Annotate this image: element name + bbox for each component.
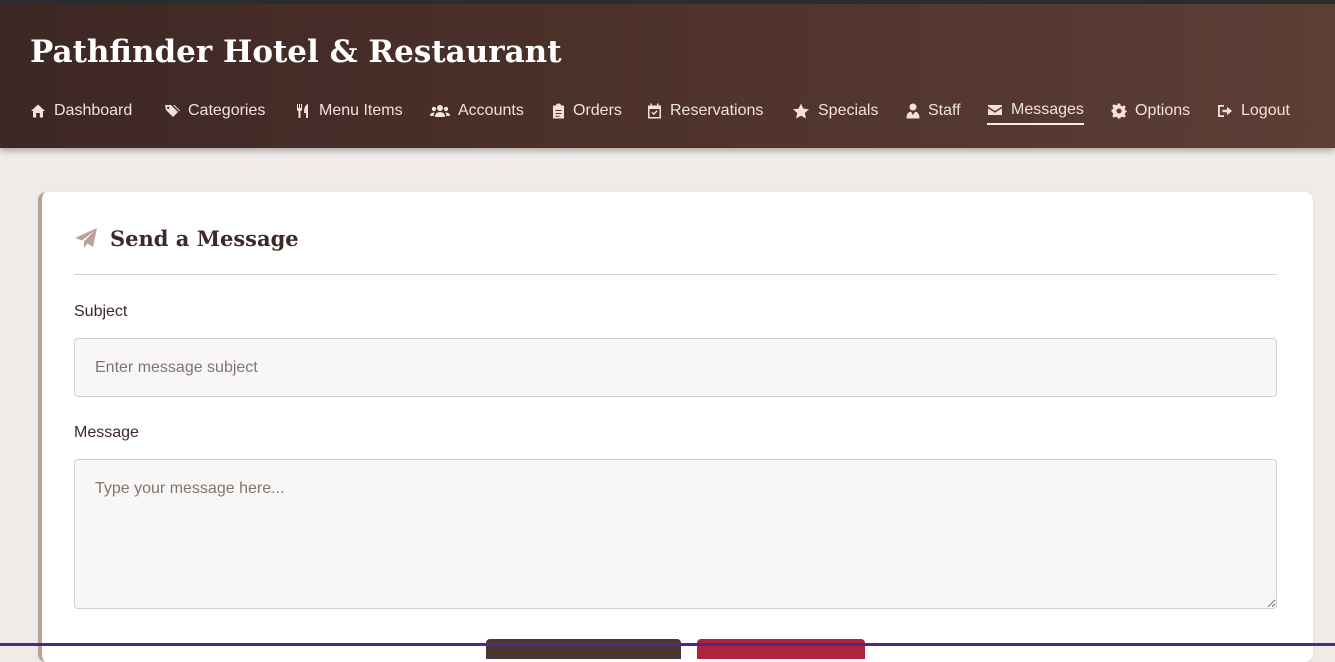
nav-item-orders[interactable]: Orders: [552, 97, 622, 125]
nav-label: Logout: [1241, 102, 1290, 119]
nav-item-reservations[interactable]: Reservations: [647, 97, 763, 125]
subject-input[interactable]: [74, 338, 1277, 397]
tags-icon: [164, 103, 180, 119]
nav-label: Menu Items: [319, 102, 403, 119]
utensils-icon: [295, 103, 311, 119]
site-header: Pathfinder Hotel & Restaurant Dashboard …: [0, 4, 1335, 148]
nav-label: Accounts: [458, 102, 524, 119]
nav-item-dashboard[interactable]: Dashboard: [30, 97, 132, 125]
clipboard-icon: [552, 103, 565, 119]
nav-label: Specials: [818, 102, 879, 119]
gear-icon: [1111, 103, 1127, 119]
nav-label: Dashboard: [54, 102, 133, 119]
site-title: Pathfinder Hotel & Restaurant: [30, 34, 562, 70]
send-button[interactable]: [486, 639, 681, 659]
nav-label: Categories: [188, 102, 266, 119]
nav-item-options[interactable]: Options: [1111, 97, 1190, 125]
nav-label: Staff: [928, 102, 961, 119]
nav-label: Options: [1135, 102, 1191, 119]
calendar-check-icon: [647, 103, 662, 119]
envelope-icon: [987, 102, 1003, 118]
paper-plane-icon: [74, 227, 98, 251]
nav-item-accounts[interactable]: Accounts: [430, 97, 524, 125]
home-icon: [30, 103, 46, 119]
clear-button[interactable]: [697, 639, 865, 659]
nav-item-messages[interactable]: Messages: [987, 97, 1084, 125]
star-icon: [792, 103, 810, 119]
message-textarea[interactable]: [74, 459, 1277, 609]
nav-label: Reservations: [670, 102, 764, 119]
nav-item-logout[interactable]: Logout: [1217, 97, 1290, 125]
nav-item-menu-items[interactable]: Menu Items: [295, 97, 403, 125]
user-tie-icon: [906, 103, 920, 119]
nav-label: Messages: [1011, 101, 1084, 118]
nav-item-specials[interactable]: Specials: [792, 97, 878, 125]
users-icon: [430, 103, 450, 119]
nav-item-categories[interactable]: Categories: [164, 97, 265, 125]
subject-label: Subject: [74, 303, 128, 320]
nav-label: Orders: [573, 102, 622, 119]
card-header: Send a Message: [74, 226, 299, 251]
send-message-card: Send a Message Subject Message: [38, 192, 1313, 662]
nav-item-staff[interactable]: Staff: [906, 97, 961, 125]
message-label: Message: [74, 424, 139, 441]
sign-out-icon: [1217, 103, 1233, 119]
card-title: Send a Message: [110, 226, 299, 251]
divider: [74, 274, 1277, 275]
